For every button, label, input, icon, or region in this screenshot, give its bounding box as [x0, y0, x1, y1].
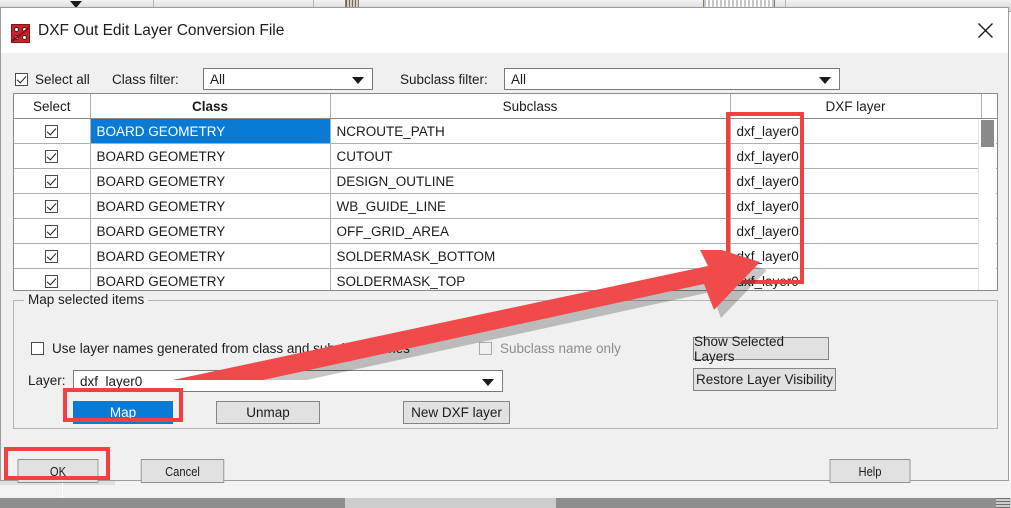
dxf-dice-icon: [11, 24, 30, 43]
cell-subclass[interactable]: WB_GUIDE_LINE: [330, 193, 731, 219]
table-row[interactable]: BOARD GEOMETRY WB_GUIDE_LINE dxf_layer0: [14, 193, 997, 219]
cell-subclass[interactable]: SOLDERMASK_TOP: [330, 268, 731, 290]
background-resize-grip-icon[interactable]: [996, 498, 1010, 508]
row-select-checkbox-box[interactable]: [45, 175, 59, 189]
select-all-checkbox-box[interactable]: [15, 73, 28, 86]
restore-layer-visibility-button[interactable]: Restore Layer Visibility: [693, 368, 836, 391]
row-select-checkbox[interactable]: [14, 243, 91, 269]
layer-label: Layer:: [28, 373, 66, 388]
row-select-checkbox-box[interactable]: [45, 250, 59, 264]
class-filter-label: Class filter:: [112, 72, 179, 87]
layer-conversion-table[interactable]: Select Class Subclass DXF layer BOARD GE…: [13, 93, 998, 291]
row-select-checkbox[interactable]: [14, 268, 91, 290]
unmap-button[interactable]: Unmap: [216, 401, 320, 424]
cell-class[interactable]: BOARD GEOMETRY: [90, 118, 331, 144]
row-select-checkbox[interactable]: [14, 218, 91, 244]
table-body: BOARD GEOMETRY NCROUTE_PATH dxf_layer0 BOAR…: [14, 118, 997, 290]
dialog-title: DXF Out Edit Layer Conversion File: [38, 22, 285, 39]
cell-class[interactable]: BOARD GEOMETRY: [90, 168, 331, 194]
table-header-row: Select Class Subclass DXF layer: [14, 94, 997, 119]
cell-subclass[interactable]: OFF_GRID_AREA: [330, 218, 731, 244]
table-vertical-scrollbar[interactable]: [978, 119, 996, 290]
cell-dxf-layer[interactable]: dxf_layer0: [730, 193, 982, 219]
background-hscroll-thumb-right[interactable]: [556, 498, 996, 508]
row-select-checkbox[interactable]: [14, 168, 91, 194]
table-row[interactable]: BOARD GEOMETRY OFF_GRID_AREA dxf_layer0: [14, 218, 997, 244]
table-row[interactable]: BOARD GEOMETRY CUTOUT dxf_layer0: [14, 143, 997, 169]
use-layer-names-checkbox[interactable]: Use layer names generated from class and…: [31, 341, 410, 356]
class-filter-value: All: [210, 71, 226, 87]
layer-table: Select Class Subclass DXF layer BOARD GE…: [14, 94, 997, 290]
help-button[interactable]: Help: [829, 459, 911, 483]
cell-class[interactable]: BOARD GEOMETRY: [90, 243, 331, 269]
table-row[interactable]: BOARD GEOMETRY SOLDERMASK_TOP dxf_layer0: [14, 268, 997, 290]
use-layer-names-checkbox-box[interactable]: [31, 342, 44, 355]
row-select-checkbox[interactable]: [14, 143, 91, 169]
class-filter-dropdown[interactable]: All: [203, 68, 373, 90]
select-all-label: Select all: [35, 72, 90, 87]
cell-subclass[interactable]: SOLDERMASK_BOTTOM: [330, 243, 731, 269]
cell-dxf-layer[interactable]: dxf_layer0: [730, 218, 982, 244]
dxf-layer-conversion-dialog: DXF Out Edit Layer Conversion File Selec…: [0, 7, 1009, 483]
cancel-button[interactable]: Cancel: [140, 459, 225, 483]
background-hscroll-thumb-left[interactable]: [0, 498, 345, 508]
cell-dxf-layer[interactable]: dxf_layer0: [730, 168, 982, 194]
column-header-subclass[interactable]: Subclass: [330, 94, 731, 119]
cell-class[interactable]: BOARD GEOMETRY: [90, 193, 331, 219]
cell-dxf-layer[interactable]: dxf_layer0: [730, 118, 982, 144]
layer-dropdown[interactable]: dxf_layer0: [73, 370, 503, 392]
column-header-spacer: [981, 94, 997, 119]
layer-value: dxf_layer0: [80, 373, 143, 389]
table-row[interactable]: BOARD GEOMETRY SOLDERMASK_BOTTOM dxf_layer…: [14, 243, 997, 269]
cell-subclass[interactable]: NCROUTE_PATH: [330, 118, 731, 144]
map-button[interactable]: Map: [73, 401, 173, 424]
chevron-down-icon[interactable]: [352, 77, 364, 84]
cell-dxf-layer[interactable]: dxf_layer0: [730, 143, 982, 169]
column-header-class[interactable]: Class: [90, 94, 331, 119]
map-selected-items-title: Map selected items: [24, 292, 149, 307]
background-status-divider: [62, 481, 63, 498]
cell-subclass[interactable]: DESIGN_OUTLINE: [330, 168, 731, 194]
column-header-dxf-layer[interactable]: DXF layer: [730, 94, 982, 119]
use-layer-names-label: Use layer names generated from class and…: [52, 341, 410, 356]
ok-button[interactable]: OK: [17, 459, 99, 483]
show-selected-layers-button[interactable]: Show Selected Layers: [693, 334, 829, 364]
subclass-name-only-checkbox: Subclass name only: [479, 341, 621, 356]
subclass-name-only-checkbox-box: [479, 342, 492, 355]
new-dxf-layer-button[interactable]: New DXF layer: [403, 401, 510, 424]
cell-dxf-layer[interactable]: dxf_layer0: [730, 268, 982, 290]
row-select-checkbox-box[interactable]: [45, 125, 59, 139]
table-row[interactable]: BOARD GEOMETRY NCROUTE_PATH dxf_layer0: [14, 118, 997, 144]
background-status-bar: [0, 481, 1011, 499]
table-row[interactable]: BOARD GEOMETRY DESIGN_OUTLINE dxf_layer0: [14, 168, 997, 194]
close-icon[interactable]: [962, 8, 1008, 53]
dialog-titlebar: DXF Out Edit Layer Conversion File: [1, 8, 1008, 54]
select-all-checkbox[interactable]: Select all: [15, 72, 90, 87]
chevron-down-icon[interactable]: [482, 379, 494, 386]
cell-dxf-layer[interactable]: dxf_layer0: [730, 243, 982, 269]
cell-subclass[interactable]: CUTOUT: [330, 143, 731, 169]
row-select-checkbox-box[interactable]: [45, 225, 59, 239]
row-select-checkbox[interactable]: [14, 193, 91, 219]
cell-class[interactable]: BOARD GEOMETRY: [90, 143, 331, 169]
cell-class[interactable]: BOARD GEOMETRY: [90, 268, 331, 290]
subclass-filter-dropdown[interactable]: All: [504, 68, 840, 90]
column-header-select[interactable]: Select: [14, 94, 91, 119]
subclass-name-only-label: Subclass name only: [500, 341, 621, 356]
row-select-checkbox-box[interactable]: [45, 275, 59, 289]
row-select-checkbox[interactable]: [14, 118, 91, 144]
row-select-checkbox-box[interactable]: [45, 200, 59, 214]
cell-class[interactable]: BOARD GEOMETRY: [90, 218, 331, 244]
row-select-checkbox-box[interactable]: [45, 150, 59, 164]
subclass-filter-label: Subclass filter:: [400, 72, 488, 87]
subclass-filter-value: All: [511, 71, 527, 87]
table-scrollbar-thumb[interactable]: [981, 120, 994, 147]
background-horizontal-scrollbar[interactable]: [0, 498, 1011, 508]
chevron-down-icon[interactable]: [819, 77, 831, 84]
